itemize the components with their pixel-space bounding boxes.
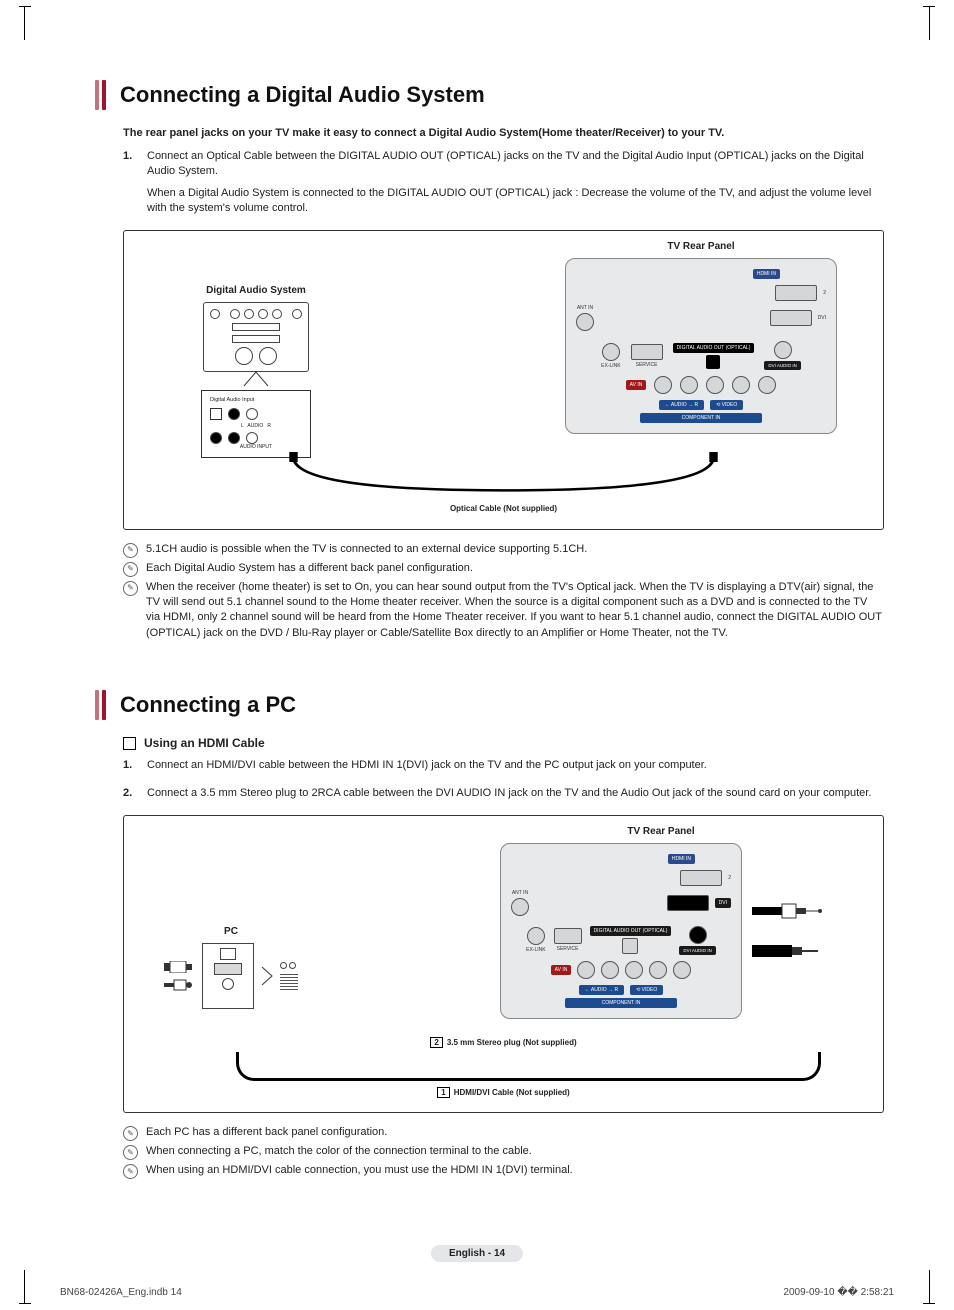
note-icon: ✎ xyxy=(123,1145,138,1160)
footer-timestamp: 2009-09-10 �� 2:58:21 xyxy=(783,1287,894,1298)
optical-cable-illustration xyxy=(136,452,871,502)
diagram-pc: PC xyxy=(123,815,884,1113)
step-text: Connect a 3.5 mm Stereo plug to 2RCA cab… xyxy=(147,786,884,801)
ant-in-label: ANT IN xyxy=(577,305,593,311)
service-label: SERVICE xyxy=(557,946,579,952)
note-item: ✎When the receiver (home theater) is set… xyxy=(123,580,884,642)
hdmi-dvi-cable-label: 1HDMI/DVI Cable (Not supplied) xyxy=(136,1087,871,1098)
note-icon: ✎ xyxy=(123,581,138,596)
audio-lr-label: ← AUDIO → R xyxy=(665,402,698,408)
section2-step: 1. Connect an HDMI/DVI cable between the… xyxy=(123,758,884,779)
note-icon: ✎ xyxy=(123,543,138,558)
video-label: ⟲ VIDEO xyxy=(636,987,657,993)
tv-rear-panel-label: TV Rear Panel xyxy=(627,826,694,837)
audio-system-illustration xyxy=(203,302,309,372)
tv-rear-panel-illustration: HDMI IN 2 ANT IN DVI EX-LINK xyxy=(500,843,742,1019)
video-label: ⟲ VIDEO xyxy=(716,402,737,408)
pointer-arrow-icon xyxy=(260,965,274,987)
pointer-line-icon xyxy=(236,372,276,390)
checkbox-icon xyxy=(123,737,136,750)
stereo-plug-cable-label: 23.5 mm Stereo plug (Not supplied) xyxy=(136,1037,871,1048)
crop-mark xyxy=(24,6,49,40)
optical-cable-label: Optical Cable (Not supplied) xyxy=(136,504,871,513)
page-number-pill: English - 14 xyxy=(431,1245,523,1262)
pc-label: PC xyxy=(224,926,238,937)
dvi-audio-in-label: DVI AUDIO IN xyxy=(679,946,716,955)
section2-title: Connecting a PC xyxy=(120,690,296,720)
crop-mark xyxy=(24,1270,49,1304)
section-accent-bars xyxy=(95,690,106,720)
footer-filename: BN68-02426A_Eng.indb 14 xyxy=(60,1287,182,1298)
cable-connector-icon xyxy=(164,961,192,973)
note-item: ✎5.1CH audio is possible when the TV is … xyxy=(123,542,884,558)
ex-link-label: EX-LINK xyxy=(601,363,620,369)
tv-rear-panel-illustration: HDMI IN 2 ANT IN DVI EX-LINK SERVICE xyxy=(565,258,837,434)
service-label: SERVICE xyxy=(636,362,658,368)
step-number: 2. xyxy=(123,786,137,807)
step-text: When a Digital Audio System is connected… xyxy=(147,186,884,217)
av-in-label: AV IN xyxy=(551,965,572,975)
digital-audio-system-label: Digital Audio System xyxy=(206,285,306,296)
hdmi-in-label: HDMI IN xyxy=(668,854,695,864)
ant-in-label: ANT IN xyxy=(512,890,528,896)
pc-illustration xyxy=(164,943,298,1009)
note-icon: ✎ xyxy=(123,1126,138,1141)
tv-rear-panel-label: TV Rear Panel xyxy=(667,241,734,252)
cable-connector-icon xyxy=(164,979,192,991)
crop-mark xyxy=(905,1270,930,1304)
digital-audio-out-label: DIGITAL AUDIO OUT (OPTICAL) xyxy=(673,343,755,353)
step-text: Connect an Optical Cable between the DIG… xyxy=(147,149,884,180)
audio-system-back-illustration: Digital Audio Input L AUDIO R xyxy=(201,390,311,457)
step-text: Connect an HDMI/DVI cable between the HD… xyxy=(147,758,884,773)
pc-side-illustration xyxy=(280,962,298,990)
hdmi-cable-illustration xyxy=(236,1052,821,1081)
digital-audio-out-label: DIGITAL AUDIO OUT (OPTICAL) xyxy=(590,926,672,936)
section1-intro: The rear panel jacks on your TV make it … xyxy=(123,126,884,141)
dvi-audio-in-label: DVI AUDIO IN xyxy=(764,361,801,370)
audio-lr-label: ← AUDIO → R xyxy=(585,987,618,993)
step-number: 1. xyxy=(123,758,137,779)
note-item: ✎Each Digital Audio System has a differe… xyxy=(123,561,884,577)
hdmi-in-label: HDMI IN xyxy=(753,269,780,279)
component-in-label: COMPONENT IN xyxy=(565,998,677,1008)
section1-title: Connecting a Digital Audio System xyxy=(120,80,485,110)
crop-mark xyxy=(905,6,930,40)
av-in-label: AV IN xyxy=(626,380,647,390)
note-item: ✎When using an HDMI/DVI cable connection… xyxy=(123,1163,884,1179)
section2-subheading: Using an HDMI Cable xyxy=(144,736,265,750)
dvi-label: DVI xyxy=(715,898,731,908)
ex-link-label: EX-LINK xyxy=(526,947,545,953)
section2-step: 2. Connect a 3.5 mm Stereo plug to 2RCA … xyxy=(123,786,884,807)
dvi-label: DVI xyxy=(818,315,826,321)
step-number: 1. xyxy=(123,149,137,223)
diagram-digital-audio: Digital Audio System Digital Audio Input xyxy=(123,230,884,529)
note-item: ✎When connecting a PC, match the color o… xyxy=(123,1144,884,1160)
section1-step: 1. Connect an Optical Cable between the … xyxy=(123,149,884,223)
note-item: ✎Each PC has a different back panel conf… xyxy=(123,1125,884,1141)
section-accent-bars xyxy=(95,80,106,110)
cable-connectors-illustration xyxy=(752,903,822,959)
note-icon: ✎ xyxy=(123,562,138,577)
note-icon: ✎ xyxy=(123,1164,138,1179)
component-in-label: COMPONENT IN xyxy=(640,413,762,423)
